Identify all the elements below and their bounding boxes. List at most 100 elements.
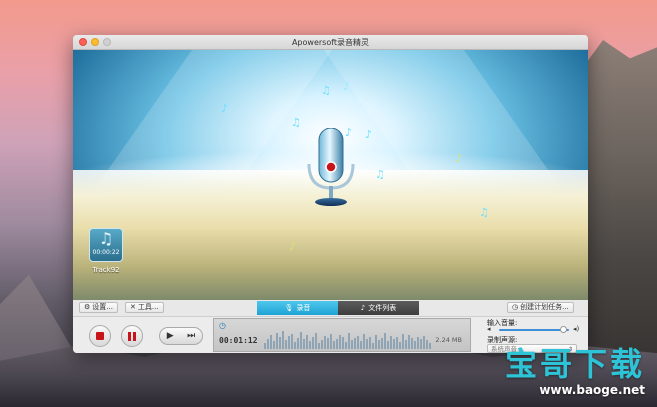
waveform-bar: [390, 336, 392, 349]
waveform-bar: [408, 335, 410, 349]
input-volume-label: 输入音量:: [487, 319, 518, 327]
waveform-bar: [282, 331, 284, 349]
tools-button[interactable]: ✕ 工具...: [125, 302, 164, 313]
waveform-bar: [306, 335, 308, 349]
waveform-bar: [363, 334, 365, 349]
waveform-bar: [288, 336, 290, 349]
waveform-bar: [339, 335, 341, 349]
view-tabs: 🎙 录音 ♪ 文件列表: [257, 301, 419, 315]
waveform-bar: [369, 337, 371, 349]
waveform-bar: [285, 340, 287, 349]
tools-icon: ✕: [130, 303, 136, 311]
input-volume-slider[interactable]: [499, 329, 569, 331]
waveform-bar: [330, 334, 332, 349]
waveform-bar: [297, 338, 299, 349]
watermark-logo: 宝哥下载: [504, 345, 645, 383]
music-note-icon: ♫: [321, 84, 331, 97]
waveform-bar: [378, 340, 380, 349]
waveform-bar: [276, 333, 278, 349]
waveform-bar: [312, 337, 314, 349]
play-button[interactable]: ▶: [167, 331, 174, 341]
waveform-bar: [324, 336, 326, 349]
watermark-url: www.baoge.net: [539, 383, 645, 397]
waveform: [264, 325, 434, 349]
waveform-bar: [366, 339, 368, 349]
music-note-icon: ♫: [291, 116, 301, 129]
waveform-bar: [315, 333, 317, 349]
window-title: Apowersoft录音精灵: [291, 38, 370, 47]
waveform-bar: [351, 340, 353, 349]
music-note-icon: ♪: [343, 80, 351, 93]
waveform-bar: [381, 338, 383, 349]
pause-icon: [128, 331, 136, 341]
waveform-bar: [429, 343, 431, 349]
waveform-bar: [405, 340, 407, 349]
volume-high-icon: ◂): [573, 325, 580, 333]
toolbar: ⚙ 设置... ✕ 工具... 🎙 录音 ♪ 文件列表 ◷ 创建计划任务...: [73, 300, 588, 317]
waveform-bar: [333, 341, 335, 349]
waveform-bar: [396, 337, 398, 349]
title-bar: Apowersoft录音精灵: [73, 35, 588, 50]
track-name: Track92: [92, 266, 120, 274]
music-note-icon: ♫: [479, 206, 489, 219]
music-note-icon: ♪: [221, 102, 229, 115]
waveform-bar: [294, 342, 296, 349]
clock-icon: ◷: [219, 321, 226, 330]
playback-controls: ▶ ⏭: [159, 327, 203, 345]
waveform-bar: [318, 343, 320, 349]
clock-icon: ◷: [512, 303, 519, 311]
waveform-bar: [348, 333, 350, 349]
waveform-bar: [309, 341, 311, 349]
waveform-bar: [291, 334, 293, 349]
tab-file-list[interactable]: ♪ 文件列表: [338, 301, 419, 315]
settings-button[interactable]: ⚙ 设置...: [79, 302, 118, 313]
waveform-bar: [357, 336, 359, 349]
track-thumbnail[interactable]: ♫ 00:00:22: [89, 228, 123, 262]
waveform-bar: [372, 343, 374, 349]
waveform-bar: [303, 339, 305, 349]
waveform-bar: [414, 341, 416, 349]
waveform-bar: [402, 334, 404, 349]
elapsed-time: 00:01:12: [219, 336, 258, 345]
waveform-bar: [423, 336, 425, 349]
waveform-bar: [321, 340, 323, 349]
music-note-icon: ♪: [360, 304, 366, 312]
waveform-bar: [336, 339, 338, 349]
waveform-bar: [300, 332, 302, 349]
volume-slider-knob[interactable]: [560, 326, 568, 333]
waveform-bar: [417, 337, 419, 349]
waveform-bar: [279, 337, 281, 349]
schedule-task-button[interactable]: ◷ 创建计划任务...: [507, 302, 574, 313]
waveform-bar: [387, 341, 389, 349]
waveform-bar: [399, 342, 401, 349]
music-note-icon: ♪: [365, 128, 373, 141]
music-note-icon: ♪: [289, 240, 297, 253]
skip-next-button[interactable]: ⏭: [187, 331, 195, 341]
waveform-bar: [384, 333, 386, 349]
recording-status-panel: ◷ 00:01:12 2.24 MB: [213, 318, 471, 352]
waveform-bar: [420, 339, 422, 349]
track-duration: 00:00:22: [92, 249, 120, 256]
music-note-icon: ♪: [455, 152, 463, 165]
stop-icon: [96, 332, 104, 340]
waveform-bar: [426, 340, 428, 349]
microphone-icon: 🎙: [284, 304, 294, 312]
waveform-bar: [411, 338, 413, 349]
waveform-bar: [360, 341, 362, 349]
waveform-bar: [273, 341, 275, 349]
waveform-bar: [375, 335, 377, 349]
app-window: Apowersoft录音精灵 ♫ ♪ ♪ ♫ ♪ ♪ ♫ ♪ ♫ ♪ ♫ 00:…: [73, 35, 588, 353]
volume-low-icon: ◂: [487, 325, 491, 333]
waveform-bar: [264, 343, 266, 349]
pause-button[interactable]: [121, 325, 143, 347]
music-note-icon: ♫: [375, 168, 385, 181]
waveform-bar: [270, 335, 272, 349]
tab-record[interactable]: 🎙 录音: [257, 301, 338, 315]
waveform-bar: [267, 339, 269, 349]
waveform-bar: [342, 337, 344, 349]
stop-button[interactable]: [89, 325, 111, 347]
music-note-icon: ♫: [98, 229, 114, 248]
file-size: 2.24 MB: [435, 336, 462, 344]
microphone-icon: [307, 128, 355, 206]
waveform-bar: [327, 338, 329, 349]
